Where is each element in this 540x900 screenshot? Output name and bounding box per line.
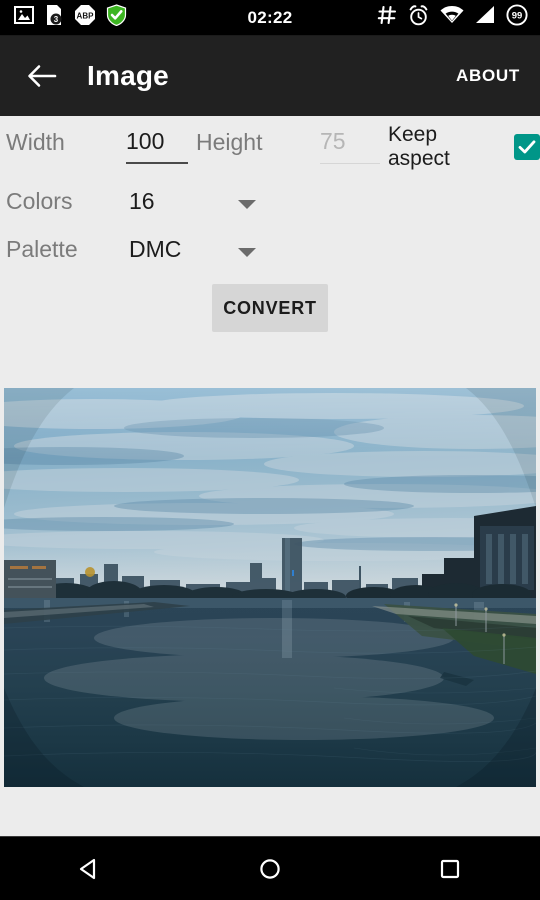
width-input-underline bbox=[126, 162, 188, 164]
battery-percent-icon: 99 bbox=[506, 4, 528, 31]
triangle-back-icon bbox=[79, 858, 96, 879]
status-bar-left-icons: 3 ABP bbox=[0, 4, 127, 31]
palette-label: Palette bbox=[6, 236, 78, 262]
palette-spinner[interactable]: Palette DMC bbox=[0, 226, 540, 274]
image-notification-icon bbox=[14, 5, 34, 30]
photo-cityscape-dusk bbox=[4, 388, 536, 787]
nav-back-button[interactable] bbox=[0, 837, 180, 900]
cell-signal-icon bbox=[475, 6, 495, 29]
status-bar-right-icons: 99 bbox=[377, 4, 540, 31]
height-input[interactable]: 75 bbox=[320, 124, 380, 170]
size-row: Width 100 Height 75 Keep aspect bbox=[0, 116, 540, 178]
page-title: Image bbox=[87, 60, 169, 91]
circle-home-icon bbox=[260, 858, 280, 879]
system-navigation-bar bbox=[0, 836, 540, 900]
back-button[interactable] bbox=[14, 48, 70, 104]
adblock-plus-icon: ABP bbox=[74, 4, 96, 31]
square-recents-icon bbox=[440, 859, 460, 878]
height-input-underline bbox=[320, 163, 380, 164]
chevron-down-icon[interactable] bbox=[238, 200, 256, 209]
palette-value: DMC bbox=[129, 236, 182, 262]
colors-spinner[interactable]: Colors 16 bbox=[0, 178, 540, 226]
image-preview[interactable] bbox=[4, 388, 536, 787]
chevron-down-icon[interactable] bbox=[238, 248, 256, 257]
width-input-value: 100 bbox=[126, 128, 165, 154]
colors-value: 16 bbox=[129, 188, 155, 214]
nav-recents-button[interactable] bbox=[360, 837, 540, 900]
convert-button[interactable]: CONVERT bbox=[212, 284, 328, 332]
app-screen: 3 ABP 02:22 99 Image ABOUT Width 100 Hei… bbox=[0, 0, 540, 900]
checkbox-checked-icon bbox=[514, 134, 540, 160]
nav-home-button[interactable] bbox=[180, 837, 360, 900]
svg-text:99: 99 bbox=[512, 11, 523, 22]
wifi-icon bbox=[440, 5, 464, 29]
colors-label: Colors bbox=[6, 188, 73, 214]
svg-text:ABP: ABP bbox=[77, 12, 95, 21]
conversion-settings-form: Width 100 Height 75 Keep aspect Colors 1… bbox=[0, 116, 540, 388]
arrow-left-icon bbox=[28, 65, 57, 87]
hash-icon bbox=[377, 5, 397, 30]
app-bar: Image ABOUT bbox=[0, 36, 540, 116]
height-input-value: 75 bbox=[320, 128, 346, 154]
width-input[interactable]: 100 bbox=[126, 124, 188, 170]
keep-aspect-label: Keep aspect bbox=[388, 123, 450, 170]
status-bar: 3 ABP 02:22 99 bbox=[0, 0, 540, 36]
about-button[interactable]: ABOUT bbox=[456, 66, 520, 86]
height-label: Height bbox=[196, 129, 263, 155]
security-shield-icon bbox=[106, 4, 127, 31]
width-label: Width bbox=[6, 129, 65, 155]
downloads-badge-icon: 3 bbox=[44, 4, 64, 31]
keep-aspect-checkbox[interactable] bbox=[514, 134, 540, 160]
keep-aspect-group[interactable]: Keep aspect bbox=[388, 116, 540, 178]
alarm-clock-icon bbox=[408, 4, 429, 31]
svg-text:3: 3 bbox=[54, 15, 59, 24]
